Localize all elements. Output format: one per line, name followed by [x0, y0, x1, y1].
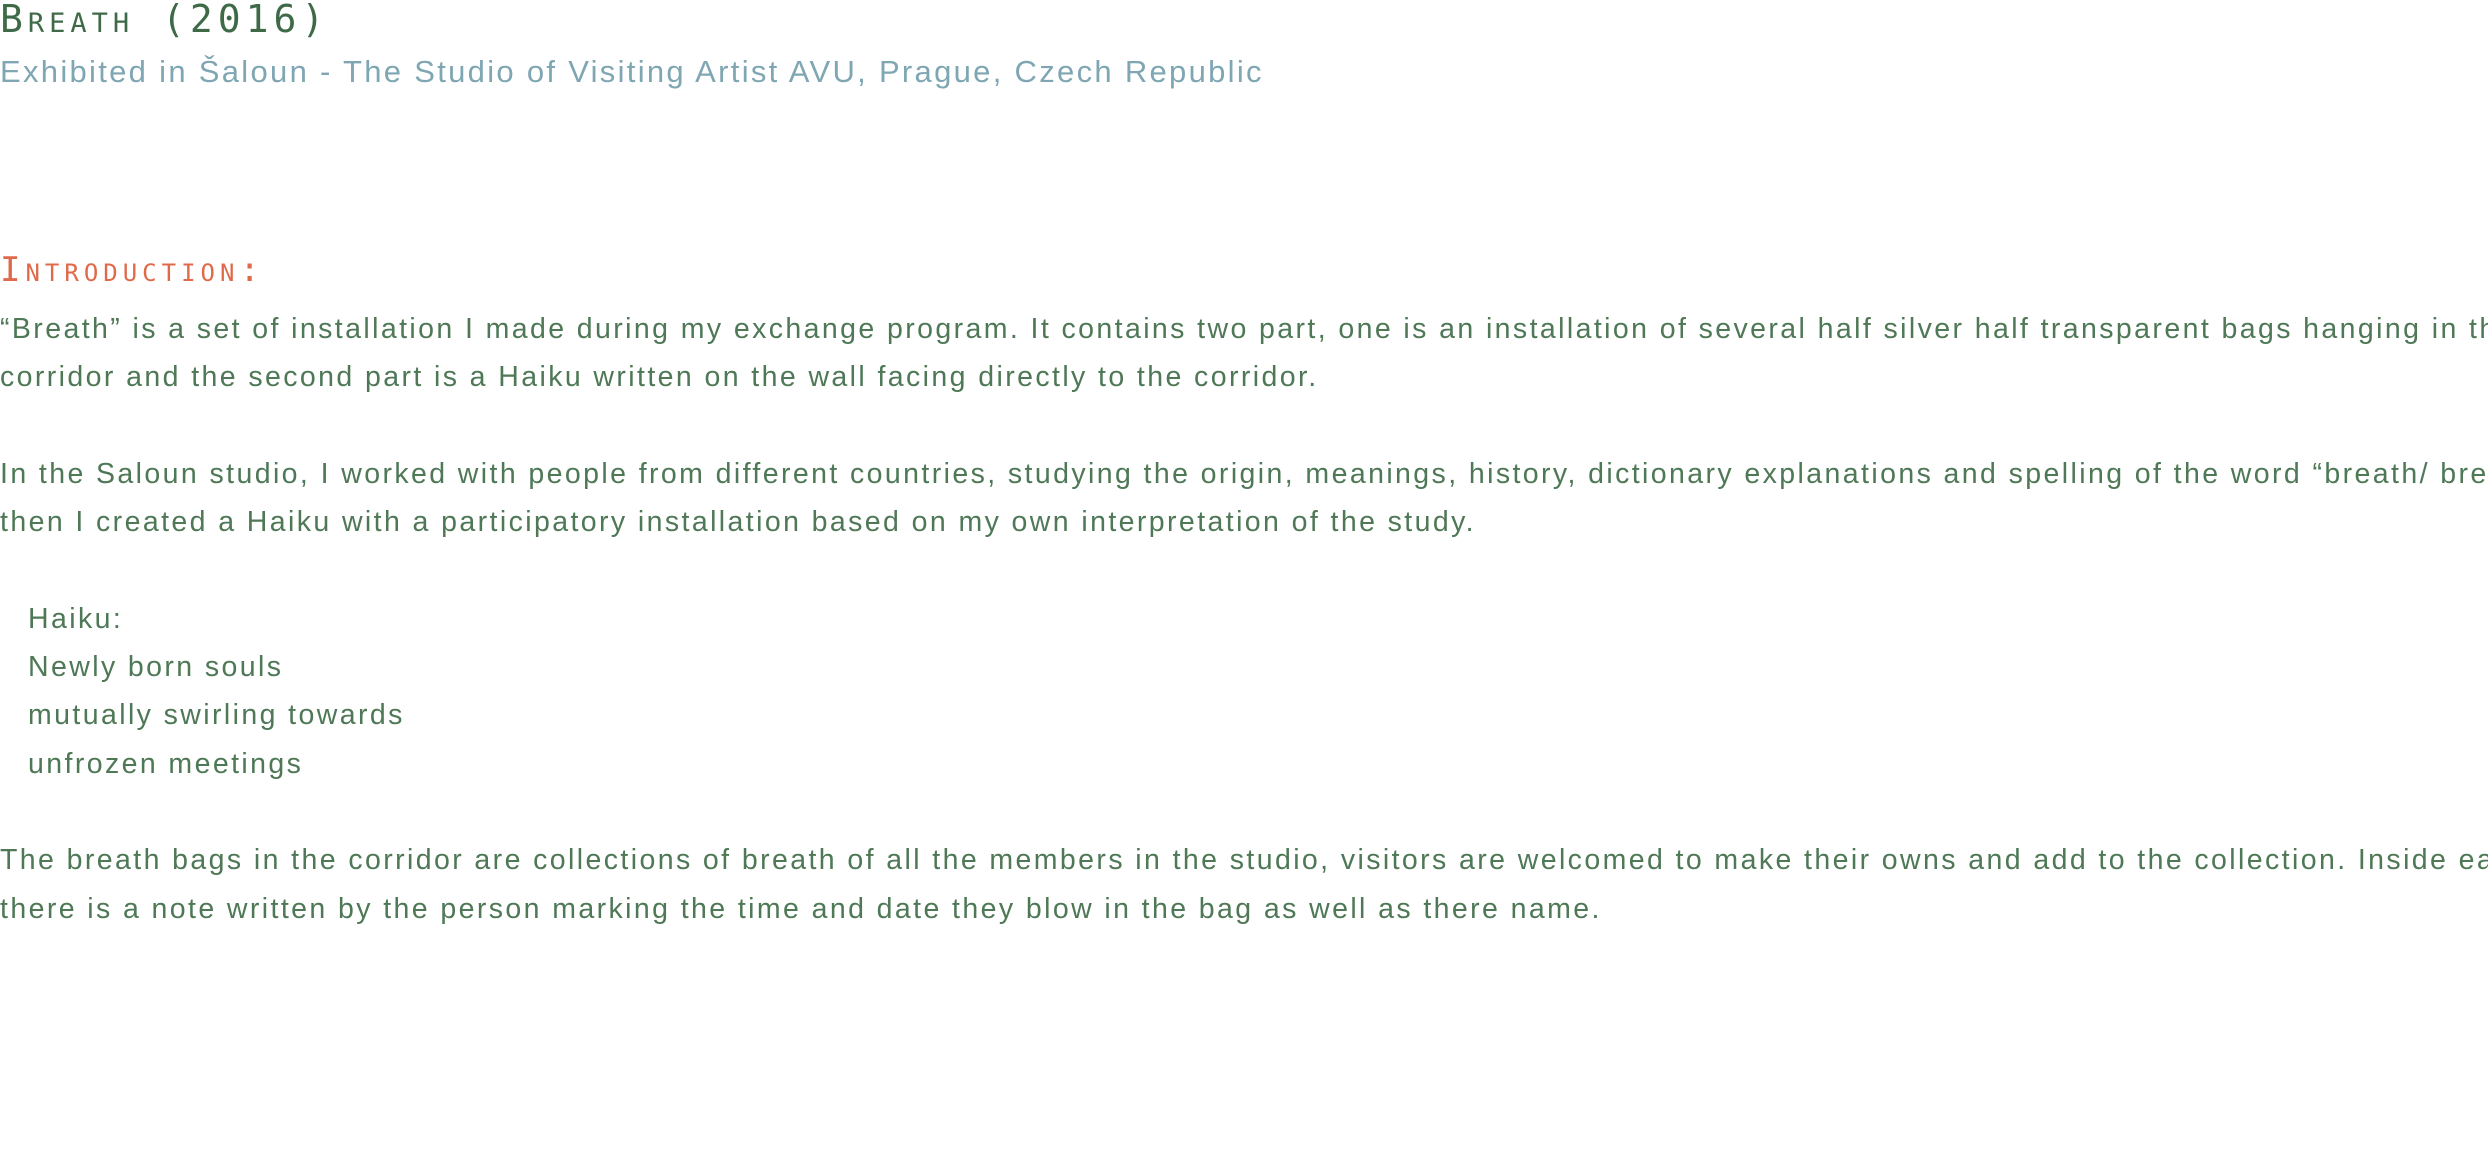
introduction-heading: Introduction:	[0, 250, 265, 290]
haiku-line-1: Newly born souls	[28, 651, 284, 684]
paragraph-2-line-2: then I created a Haiku with a participat…	[0, 506, 1476, 539]
exhibition-subtitle: Exhibited in Šaloun - The Studio of Visi…	[0, 54, 1264, 89]
haiku-line-3: unfrozen meetings	[28, 747, 304, 780]
paragraph-1-line-2: corridor and the second part is a Haiku …	[0, 361, 1319, 394]
haiku-line-2: mutually swirling towards	[28, 699, 405, 732]
paragraph-2-line-1: In the Saloun studio, I worked with peop…	[0, 457, 2488, 490]
paragraph-1-line-1: “Breath” is a set of installation I made…	[0, 313, 2488, 345]
introduction-body: “Breath” is a set of installation I made…	[0, 305, 2488, 933]
haiku-block: Haiku: Newly born souls mutually swirlin…	[0, 595, 2488, 788]
page-title: Breath (2016)	[0, 0, 330, 41]
paragraph-3-line-1: The breath bags in the corridor are coll…	[0, 844, 2488, 877]
haiku-label: Haiku:	[28, 602, 124, 635]
artwork-page: Breath (2016) Exhibited in Šaloun - The …	[0, 0, 2488, 1172]
paragraph-3-line-2: there is a note written by the person ma…	[0, 892, 1602, 925]
